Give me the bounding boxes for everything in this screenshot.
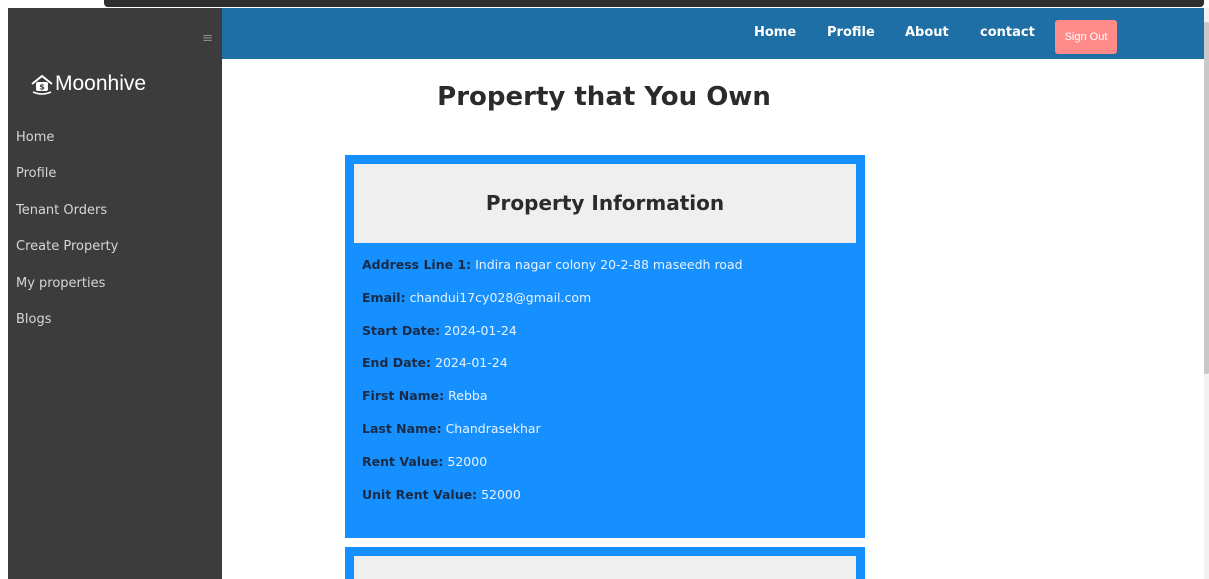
sidebar-item-tenant-orders[interactable]: Tenant Orders	[16, 193, 118, 229]
nav-profile-link[interactable]: Profile	[827, 25, 875, 40]
property-card-next	[345, 547, 865, 579]
sidebar-item-create-property[interactable]: Create Property	[16, 229, 118, 265]
brand-name: Moonhive	[55, 72, 147, 95]
nav-contact-link[interactable]: contact	[980, 25, 1035, 40]
property-card-next-header	[354, 556, 856, 579]
vertical-scrollbar[interactable]	[1204, 8, 1209, 579]
field-last-name: Last Name: Chandrasekhar	[362, 420, 541, 436]
sidebar: ≡ $ Moonhive Home Profile Tenant Orders …	[8, 8, 222, 579]
property-fields: Address Line 1: Indira nagar colony 20-2…	[362, 258, 743, 520]
property-card: Property Information Address Line 1: Ind…	[345, 155, 865, 538]
field-first-name: First Name: Rebba	[362, 388, 488, 404]
nav-home-link[interactable]: Home	[754, 25, 796, 40]
field-start-date: Start Date: 2024-01-24	[362, 322, 517, 338]
scrollbar-thumb[interactable]	[1204, 22, 1209, 374]
sidebar-item-profile[interactable]: Profile	[16, 156, 118, 192]
hamburger-menu-icon[interactable]: ≡	[202, 32, 213, 45]
sidebar-nav: Home Profile Tenant Orders Create Proper…	[16, 120, 118, 338]
nav-about-link[interactable]: About	[905, 25, 949, 40]
house-money-icon: $	[31, 74, 53, 95]
property-card-header: Property Information	[354, 164, 856, 243]
browser-chrome-bar	[104, 0, 1204, 7]
field-address-line-1: Address Line 1: Indira nagar colony 20-2…	[362, 257, 743, 272]
field-rent-value: Rent Value: 52000	[362, 453, 488, 469]
svg-text:$: $	[39, 83, 45, 92]
sidebar-item-home[interactable]: Home	[16, 120, 118, 156]
brand[interactable]: $ Moonhive	[30, 72, 146, 96]
field-end-date: End Date: 2024-01-24	[362, 355, 508, 371]
sidebar-item-my-properties[interactable]: My properties	[16, 266, 118, 302]
sidebar-item-blogs[interactable]: Blogs	[16, 302, 118, 338]
top-navbar: Home Profile About contact Sign Out	[222, 8, 1204, 59]
window-top-strip	[0, 0, 1209, 8]
page-title: Property that You Own	[437, 82, 771, 112]
field-unit-rent-value: Unit Rent Value: 52000	[362, 486, 521, 502]
sign-out-button[interactable]: Sign Out	[1055, 20, 1117, 54]
field-email: Email: chandui17cy028@gmail.com	[362, 289, 592, 305]
